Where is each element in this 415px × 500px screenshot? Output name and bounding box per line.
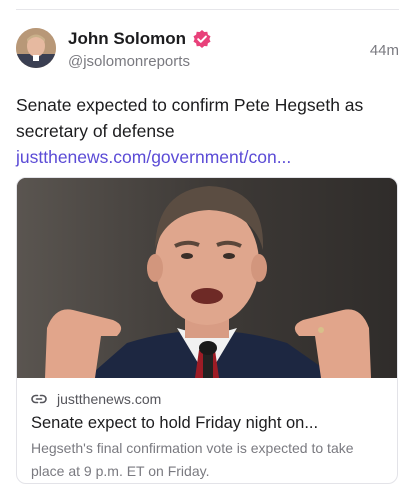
link-domain: justthenews.com: [57, 391, 162, 407]
link-preview-card[interactable]: justthenews.com Senate expect to hold Fr…: [16, 177, 398, 484]
author-block: John Solomon @jsolomonreports: [68, 28, 212, 70]
link-title[interactable]: Senate expect to hold Friday night on...: [31, 412, 383, 434]
post-link[interactable]: justthenews.com/government/con...: [16, 147, 291, 167]
post-body: Senate expected to confirm Pete Hegseth …: [16, 92, 399, 170]
link-domain-row: justthenews.com: [31, 389, 383, 409]
verified-badge-icon: [192, 29, 212, 49]
top-divider: [16, 9, 399, 10]
link-preview-meta: justthenews.com Senate expect to hold Fr…: [17, 378, 397, 483]
link-description: Hegseth's final confirmation vote is exp…: [31, 440, 354, 479]
post-text: Senate expected to confirm Pete Hegseth …: [16, 95, 364, 141]
post-header: John Solomon @jsolomonreports 44m: [16, 28, 399, 72]
author-name-row: John Solomon: [68, 28, 212, 50]
post-timestamp: 44m: [369, 42, 399, 59]
link-preview-image[interactable]: [17, 178, 397, 378]
author-name[interactable]: John Solomon: [68, 29, 186, 49]
author-handle[interactable]: @jsolomonreports: [68, 53, 212, 70]
avatar[interactable]: [16, 28, 56, 68]
link-icon: [31, 391, 47, 407]
